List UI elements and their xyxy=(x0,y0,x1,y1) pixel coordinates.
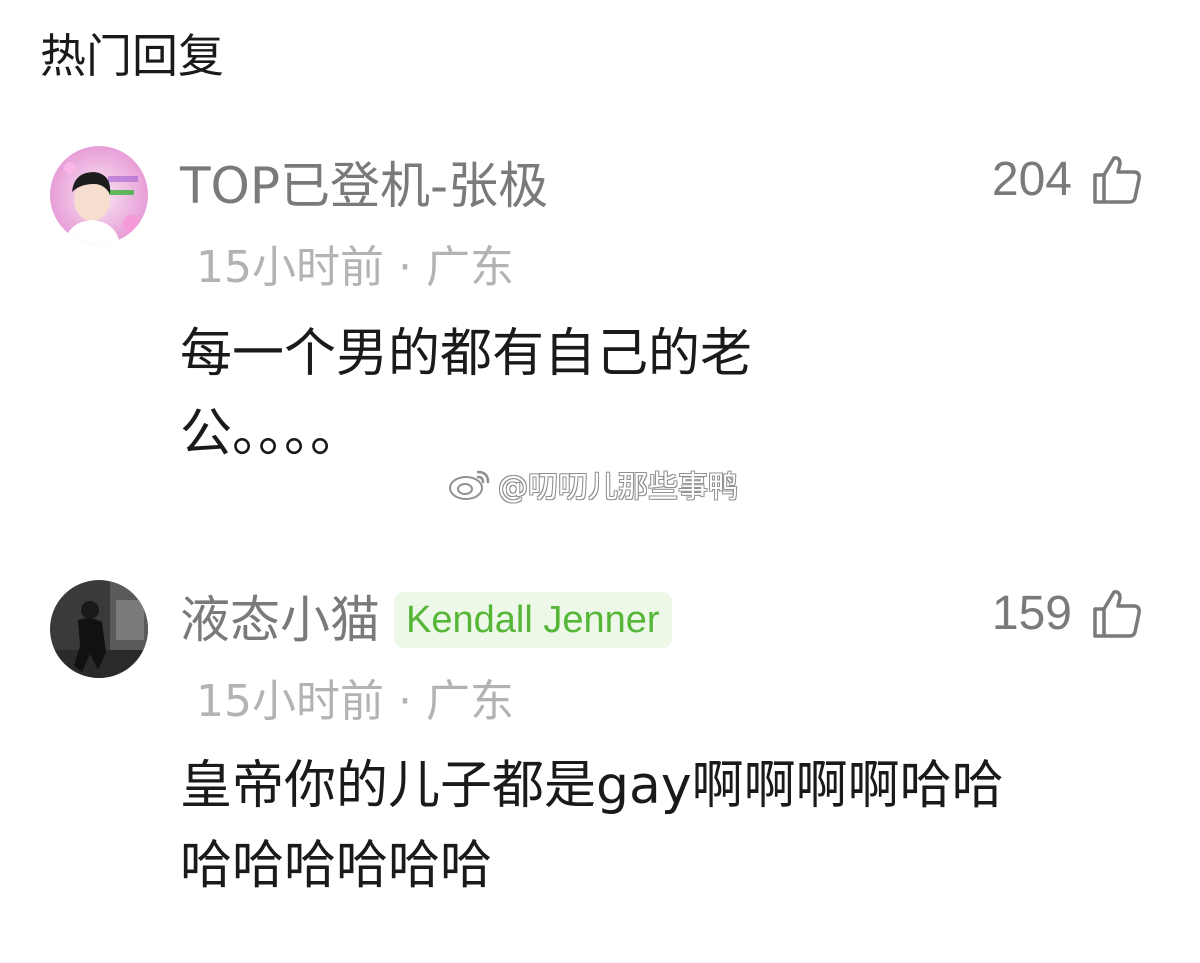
section-title: 热门回复 xyxy=(40,29,224,83)
thumbs-up-icon xyxy=(1093,590,1141,638)
watermark-text: @叨叨儿那些事鸭 xyxy=(498,470,738,505)
comment-line: 每一个男的都有自己的老 xyxy=(180,324,753,384)
username[interactable]: TOP已登机-张极 xyxy=(180,156,548,216)
comment-line: 哈哈哈哈哈哈 xyxy=(180,836,493,896)
like-count: 159 xyxy=(991,587,1072,640)
thumbs-up-icon xyxy=(1093,156,1141,204)
comment-meta: 15小时前 · 广东 xyxy=(196,676,514,727)
like-count: 204 xyxy=(991,153,1072,206)
like-button[interactable]: 159 xyxy=(992,586,1144,642)
comment-body: 每一个男的都有自己的老 公。。。。 xyxy=(180,314,1160,474)
watermark: @叨叨儿那些事鸭 xyxy=(448,462,738,506)
weibo-logo-icon xyxy=(449,470,490,500)
comment-body: 皇帝你的儿子都是gay啊啊啊啊哈哈 哈哈哈哈哈哈 xyxy=(180,746,1160,906)
comment-meta: 15小时前 · 广东 xyxy=(196,242,514,293)
comment-line: 皇帝你的儿子都是gay啊啊啊啊哈哈 xyxy=(180,756,1004,816)
username[interactable]: 液态小猫 xyxy=(180,590,380,650)
like-button[interactable]: 204 xyxy=(992,152,1144,208)
portrait-avatar-icon xyxy=(50,146,148,244)
dark-photo-avatar-icon xyxy=(50,580,148,678)
user-avatar[interactable] xyxy=(50,146,148,244)
user-avatar[interactable] xyxy=(50,580,148,678)
fan-badge[interactable]: Kendall Jenner xyxy=(394,592,672,648)
